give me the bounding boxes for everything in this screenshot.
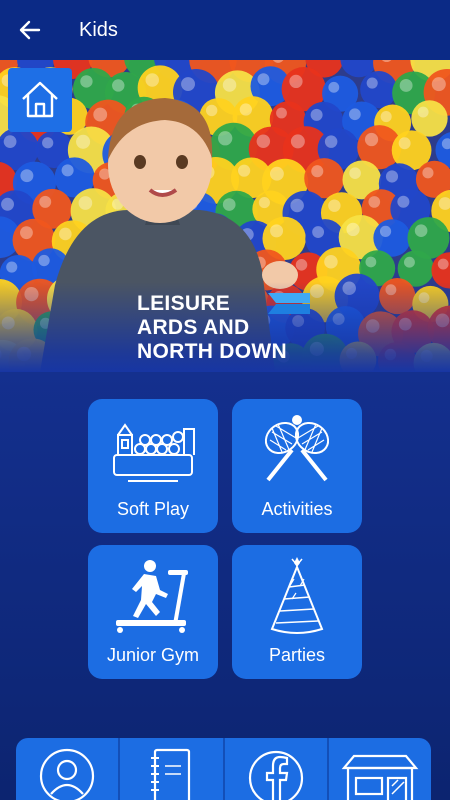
tennis-rackets-icon [264, 415, 330, 482]
parties-label: Parties [268, 645, 326, 665]
facebook-nav-button[interactable] [225, 738, 329, 800]
activities-label: Activities [261, 499, 333, 519]
arrow-left-icon [19, 20, 41, 40]
notebook-nav-button[interactable] [120, 738, 225, 800]
treadmill-icon [116, 560, 188, 633]
page-title: Kids [79, 18, 118, 41]
logo-line-2: ARDS AND [137, 316, 250, 339]
profile-nav-button[interactable] [16, 738, 121, 800]
activities-tile[interactable]: Activities [232, 399, 362, 533]
leisure-centre-nav-button[interactable] [329, 738, 431, 800]
junior-gym-label: Junior Gym [106, 645, 200, 665]
soft-play-tile[interactable]: Soft Play [88, 399, 218, 533]
home-icon [22, 81, 58, 118]
logo-line-1: LEISURE [137, 292, 231, 315]
logo-line-3: NORTH DOWN [137, 340, 287, 363]
logo-mark-icon [268, 293, 310, 314]
bottom-navigation [16, 738, 431, 800]
kids-menu-grid: Soft Play Activities Junior Gym Parties [88, 399, 364, 681]
leisure-centre-icon [341, 754, 419, 800]
soft-play-icon [113, 423, 195, 482]
top-app-bar: Kids [0, 0, 450, 60]
soft-play-label: Soft Play [116, 499, 190, 519]
home-button[interactable] [8, 68, 72, 132]
profile-icon [40, 748, 95, 800]
back-button[interactable] [0, 0, 60, 60]
parties-tile[interactable]: Parties [232, 545, 362, 679]
facebook-icon [248, 750, 303, 800]
notebook-icon [151, 748, 191, 800]
junior-gym-tile[interactable]: Junior Gym [88, 545, 218, 679]
party-hat-icon [270, 557, 324, 634]
leisure-logo: LEISURE ARDS AND NORTH DOWN [137, 292, 287, 364]
hero-banner: LEISURE ARDS AND NORTH DOWN [0, 60, 450, 372]
